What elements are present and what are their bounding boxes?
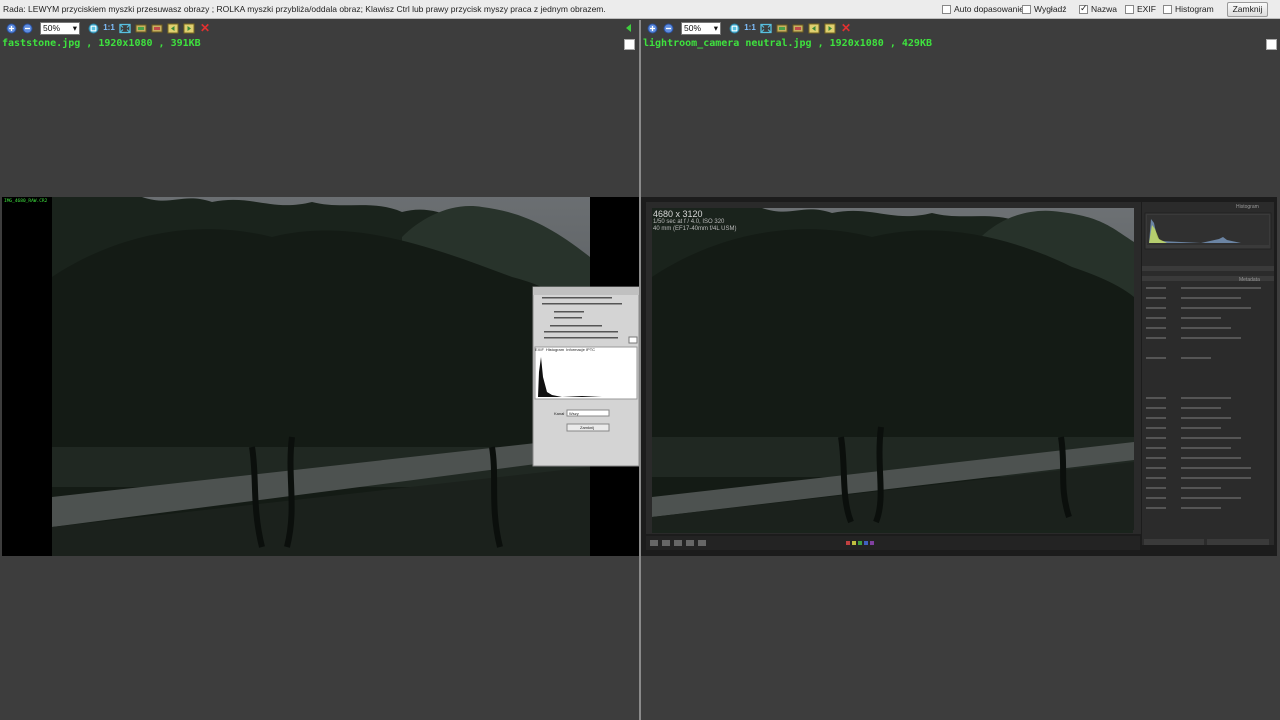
photo-lens: 40 mm (EF17-40mm f/4L USM) — [653, 226, 737, 232]
next-image-icon[interactable] — [824, 22, 836, 34]
smooth-check-box[interactable] — [1022, 4, 1031, 14]
right-photo — [641, 197, 1277, 556]
left-toolbar: 50% ▾ 1:1 ✕ — [0, 20, 639, 36]
photo-dimensions: 4680 x 3120 — [653, 209, 703, 219]
zoom-in-icon[interactable] — [5, 22, 17, 34]
fit-window-icon[interactable] — [728, 22, 740, 34]
exif-checkbox[interactable]: EXIF — [1125, 4, 1156, 14]
fit-window-icon[interactable] — [87, 22, 99, 34]
channel-select[interactable]: Wszy — [569, 411, 579, 416]
exif-check-box[interactable] — [1125, 4, 1134, 14]
auto-fit-label: Auto dopasowanie — [954, 4, 1024, 14]
exif-label: EXIF — [1137, 4, 1156, 14]
close-button[interactable]: Zamknij — [1227, 2, 1268, 17]
info-dialog[interactable] — [532, 286, 639, 467]
zoom-in-icon[interactable] — [646, 22, 658, 34]
zoom-out-icon[interactable] — [21, 22, 33, 34]
rotate-left-icon[interactable] — [776, 22, 788, 34]
left-photo-frame: IMG_4680_RAW.CR2 EXIF Histogram Informac… — [2, 197, 639, 556]
rotate-right-icon[interactable] — [792, 22, 804, 34]
tab-histogram[interactable]: Histogram — [546, 347, 564, 352]
metadata-panel-header[interactable]: Metadata — [1239, 277, 1260, 283]
top-hint-bar: Rada: LEWYM przyciskiem myszki przesuwas… — [0, 0, 1280, 19]
right-photo-frame: 4680 x 3120 1/50 sec at f / 4.0, ISO 320… — [641, 197, 1277, 556]
name-checkbox[interactable]: Nazwa — [1079, 3, 1117, 14]
histogram-label: Histogram — [1175, 4, 1214, 14]
hint-text: Rada: LEWYM przyciskiem myszki przesuwas… — [3, 4, 606, 14]
right-file-label: lightroom_camera neutral.jpg , 1920x1080… — [643, 38, 932, 49]
close-image-icon[interactable]: ✕ — [840, 22, 852, 34]
zoom-select[interactable]: 50% ▾ — [40, 21, 80, 35]
name-check-box[interactable] — [1079, 3, 1088, 14]
smooth-checkbox[interactable]: Wygładź — [1022, 4, 1067, 14]
actual-size-button[interactable]: 1:1 — [103, 22, 115, 34]
previous-image-icon[interactable] — [167, 22, 179, 34]
fit-screen-icon[interactable] — [119, 22, 131, 34]
histogram-panel-header[interactable]: Histogram — [1236, 204, 1259, 210]
histogram-checkbox[interactable]: Histogram — [1163, 4, 1214, 14]
left-photo: IMG_4680_RAW.CR2 — [2, 197, 639, 556]
tab-exif[interactable]: EXIF — [535, 347, 544, 352]
dialog-tabs: EXIF Histogram Informacje IPTC — [535, 347, 595, 352]
photo-exposure: 1/50 sec at f / 4.0, ISO 320 — [653, 219, 725, 225]
right-color-swatch[interactable] — [1266, 39, 1277, 50]
arrow-left-icon[interactable] — [623, 22, 635, 34]
next-image-icon[interactable] — [183, 22, 195, 34]
dialog-close-button[interactable]: Zamknij — [580, 425, 594, 430]
left-file-label: faststone.jpg , 1920x1080 , 391KB — [2, 38, 201, 49]
smooth-label: Wygładź — [1034, 4, 1067, 14]
zoom-out-icon[interactable] — [662, 22, 674, 34]
tab-iptc[interactable]: Informacje IPTC — [566, 347, 595, 352]
fit-screen-icon[interactable] — [760, 22, 772, 34]
name-label: Nazwa — [1091, 4, 1117, 14]
actual-size-button[interactable]: 1:1 — [744, 22, 756, 34]
rotate-left-icon[interactable] — [135, 22, 147, 34]
right-image-pane[interactable]: 50% ▾ 1:1 ✕ lightroom_camera neutral.jpg… — [641, 20, 1280, 720]
histogram-check-box[interactable] — [1163, 4, 1172, 14]
rotate-right-icon[interactable] — [151, 22, 163, 34]
auto-fit-checkbox[interactable]: Auto dopasowanie — [942, 4, 1024, 14]
close-image-icon[interactable]: ✕ — [199, 22, 211, 34]
chevron-down-icon: ▾ — [72, 22, 77, 33]
left-image-pane[interactable]: 50% ▾ 1:1 ✕ faststone.jpg , 1920x1080 , … — [0, 20, 639, 720]
left-color-swatch[interactable] — [624, 39, 635, 50]
svg-text:IMG_4680_RAW.CR2: IMG_4680_RAW.CR2 — [4, 198, 48, 204]
right-toolbar: 50% ▾ 1:1 ✕ — [641, 20, 1280, 36]
auto-fit-check-box[interactable] — [942, 4, 951, 14]
channel-label: Kanał — [554, 411, 565, 416]
previous-image-icon[interactable] — [808, 22, 820, 34]
chevron-down-icon: ▾ — [713, 22, 718, 33]
photo-info-overlay: 4680 x 3120 1/50 sec at f / 4.0, ISO 320… — [653, 209, 736, 233]
zoom-value: 50% — [684, 23, 702, 33]
zoom-select[interactable]: 50% ▾ — [681, 21, 721, 35]
zoom-value: 50% — [43, 23, 61, 33]
